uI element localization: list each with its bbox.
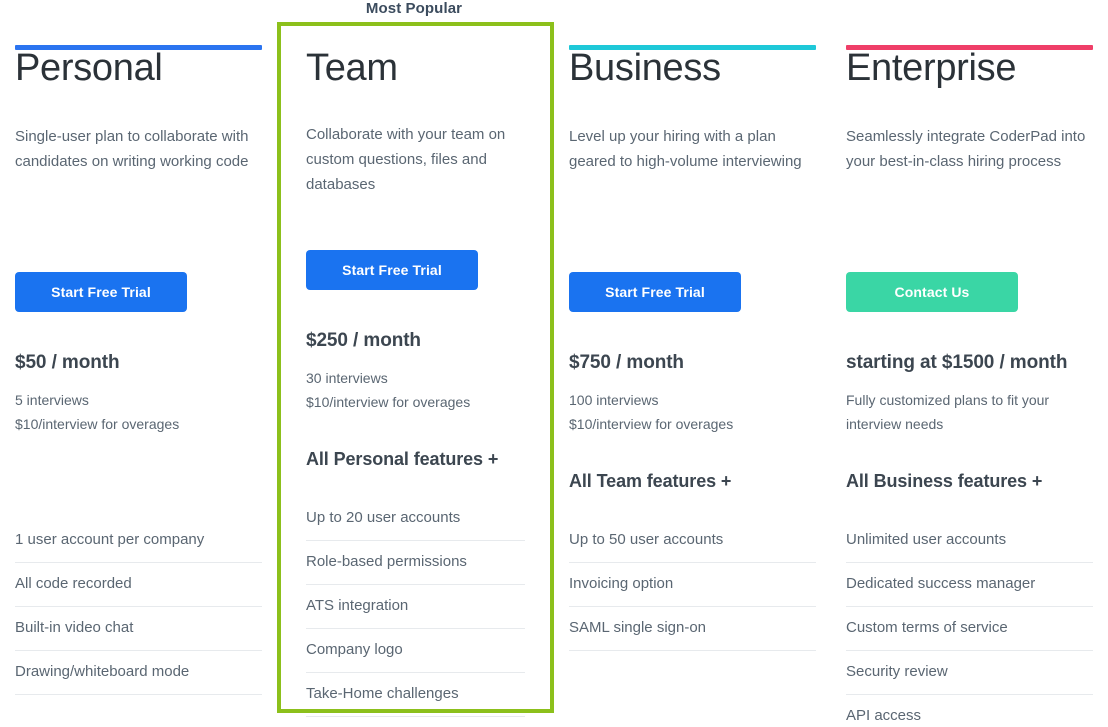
plan-tagline: Collaborate with your team on custom que… (306, 126, 506, 193)
plan-title: Personal (15, 47, 163, 89)
plan-features-heading: All Business features + (846, 471, 1043, 491)
plan-card-team[interactable]: Team Collaborate with your team on custom… (277, 0, 554, 727)
plan-card-enterprise[interactable]: Enterprise Seamlessly integrate CoderPad … (831, 0, 1108, 727)
plan-accent-bar (846, 45, 1093, 50)
plan-price: starting at $1500 / month (846, 352, 1068, 373)
plan-columns: Personal Single-user plan to collaborate … (0, 0, 1108, 727)
plan-card-body: Business Level up your hiring with a plan… (554, 45, 831, 727)
plan-feature-item: Custom terms of service (846, 607, 1093, 651)
plan-price-note: $10/interview for overages (569, 416, 734, 432)
start-free-trial-button[interactable]: Start Free Trial (569, 272, 741, 312)
plan-feature-item: ATS integration (306, 585, 525, 629)
plan-feature-item: Role-based permissions (306, 541, 525, 585)
plan-cta-container: Start Free Trial (15, 272, 262, 312)
plan-price: $750 / month (569, 352, 684, 373)
plan-price-notes: 30 interviews $10/interview for overages (306, 366, 525, 414)
plan-title: Enterprise (846, 47, 1017, 89)
plan-price-notes: 100 interviews $10/interview for overages (569, 388, 816, 436)
plan-price-note: 100 interviews (569, 392, 659, 408)
plan-card-body: Team Collaborate with your team on custom… (277, 22, 554, 717)
plan-feature-item: SAML single sign-on (569, 607, 816, 651)
plan-feature-item: All code recorded (15, 563, 262, 607)
plan-features-list: Unlimited user accounts Dedicated success… (846, 519, 1093, 727)
plan-price-note: interview needs (846, 416, 944, 432)
plan-features-list: Up to 50 user accounts Invoicing option SA… (569, 519, 816, 651)
pricing-table: Most Popular Personal Single-user plan to… (0, 0, 1108, 727)
plan-feature-item: Drawing/whiteboard mode (15, 651, 262, 695)
plan-feature-item: API access (846, 695, 1093, 727)
plan-price-note: $10/interview for overages (306, 394, 471, 410)
start-free-trial-button[interactable]: Start Free Trial (306, 250, 478, 290)
plan-card-business[interactable]: Business Level up your hiring with a plan… (554, 0, 831, 727)
plan-tagline: Single-user plan to collaborate with can… (15, 128, 249, 170)
plan-price-note: 5 interviews (15, 392, 89, 408)
plan-price-block: $50 / month 5 interviews $10/interview for… (15, 350, 262, 436)
plan-feature-item: Up to 20 user accounts (306, 497, 525, 541)
plan-price-block: $250 / month 30 interviews $10/interview f… (306, 328, 525, 414)
plan-accent-bar (15, 45, 262, 50)
contact-us-button[interactable]: Contact Us (846, 272, 1018, 312)
plan-price-note: $10/interview for overages (15, 416, 180, 432)
plan-tagline: Level up your hiring with a plan geared … (569, 128, 802, 170)
plan-feature-item: Unlimited user accounts (846, 519, 1093, 563)
plan-feature-item: Take-Home challenges (306, 673, 525, 717)
plan-cta-container: Start Free Trial (306, 250, 525, 290)
plan-features-heading: All Personal features + (306, 449, 499, 469)
plan-card-personal[interactable]: Personal Single-user plan to collaborate … (0, 0, 277, 727)
start-free-trial-button[interactable]: Start Free Trial (15, 272, 187, 312)
plan-price-notes: 5 interviews $10/interview for overages (15, 388, 262, 436)
plan-feature-item: Up to 50 user accounts (569, 519, 816, 563)
plan-cta-container: Start Free Trial (569, 272, 816, 312)
plan-title: Business (569, 47, 721, 89)
plan-card-body: Personal Single-user plan to collaborate … (0, 45, 277, 727)
plan-feature-item: Built-in video chat (15, 607, 262, 651)
plan-price: $50 / month (15, 352, 120, 373)
plan-cta-container: Contact Us (846, 272, 1093, 312)
plan-price-note: Fully customized plans to fit your (846, 392, 1050, 408)
plan-features-list: Up to 20 user accounts Role-based permiss… (306, 497, 525, 717)
plan-price-note: 30 interviews (306, 370, 388, 386)
plan-price-notes: Fully customized plans to fit your interv… (846, 388, 1093, 436)
plan-tagline: Seamlessly integrate CoderPad into your … (846, 128, 1086, 170)
plan-price-block: $750 / month 100 interviews $10/interview … (569, 350, 816, 436)
plan-card-body: Enterprise Seamlessly integrate CoderPad … (831, 45, 1108, 727)
plan-features-heading: All Team features + (569, 471, 732, 491)
plan-title: Team (306, 47, 398, 89)
plan-feature-item: 1 user account per company (15, 519, 262, 563)
plan-price-block: starting at $1500 / month Fully customize… (846, 350, 1093, 436)
plan-features-list: 1 user account per company All code recor… (15, 519, 262, 695)
plan-price: $250 / month (306, 330, 421, 351)
plan-feature-item: Security review (846, 651, 1093, 695)
plan-feature-item: Company logo (306, 629, 525, 673)
plan-accent-bar (569, 45, 816, 50)
plan-feature-item: Invoicing option (569, 563, 816, 607)
plan-feature-item: Dedicated success manager (846, 563, 1093, 607)
